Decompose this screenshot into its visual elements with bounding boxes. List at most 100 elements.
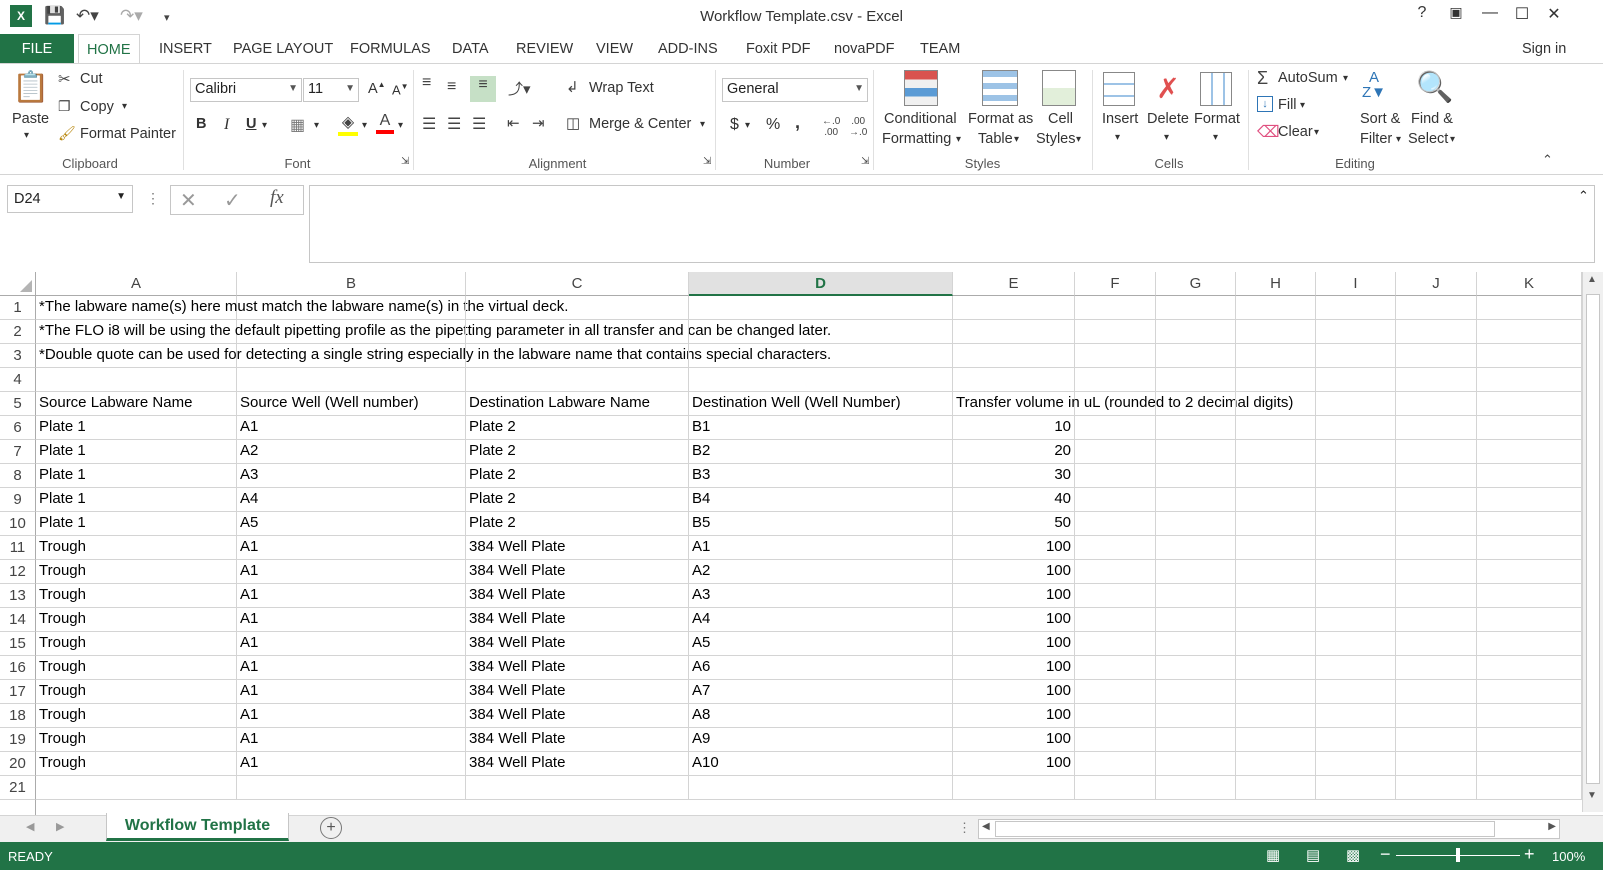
cell-empty[interactable] — [1075, 608, 1156, 632]
collapse-formula-bar-icon[interactable]: ⌃ — [1578, 188, 1589, 204]
format-dropdown-icon[interactable]: ▾ — [1213, 132, 1218, 143]
scroll-up-icon[interactable]: ▲ — [1587, 274, 1597, 285]
cell-d2[interactable] — [689, 320, 953, 344]
cell-empty[interactable] — [1236, 296, 1316, 320]
fill-button[interactable]: Fill — [1278, 97, 1297, 113]
cell-b6[interactable]: A1 — [237, 416, 466, 440]
cell-empty[interactable] — [1156, 488, 1236, 512]
cell-d6[interactable]: B1 — [689, 416, 953, 440]
currency-button[interactable]: $ — [730, 116, 739, 134]
fill-icon[interactable]: ↓ — [1257, 96, 1273, 112]
cell-empty[interactable] — [1396, 296, 1477, 320]
cell-empty[interactable] — [1156, 584, 1236, 608]
cell-a18[interactable]: Trough — [36, 704, 237, 728]
cell-d20[interactable]: A10 — [689, 752, 953, 776]
cell-empty[interactable] — [1075, 584, 1156, 608]
row-header[interactable]: 15 — [0, 632, 36, 656]
cell-b10[interactable]: A5 — [237, 512, 466, 536]
cell-a12[interactable]: Trough — [36, 560, 237, 584]
cell-empty[interactable] — [1477, 728, 1582, 752]
column-header-e[interactable]: E — [953, 272, 1075, 296]
font-color-dropdown-icon[interactable]: ▾ — [398, 120, 403, 131]
row-header[interactable]: 6 — [0, 416, 36, 440]
tab-review[interactable]: REVIEW — [508, 34, 581, 64]
cell-a17[interactable]: Trough — [36, 680, 237, 704]
cell-empty[interactable] — [1316, 656, 1396, 680]
cell-empty[interactable] — [1477, 632, 1582, 656]
cell-styles-dropdown-icon[interactable]: ▾ — [1076, 134, 1081, 145]
cell-empty[interactable] — [1075, 416, 1156, 440]
cell-empty[interactable] — [1396, 560, 1477, 584]
increase-decimal-icon[interactable]: ←.0.00 — [822, 116, 840, 138]
cell-c16[interactable]: 384 Well Plate — [466, 656, 689, 680]
font-size-combo[interactable]: 11 ▼ — [303, 78, 359, 102]
cell-c10[interactable]: Plate 2 — [466, 512, 689, 536]
cell-c14[interactable]: 384 Well Plate — [466, 608, 689, 632]
wrap-text-button[interactable]: Wrap Text — [589, 80, 654, 96]
cell-empty[interactable] — [1156, 632, 1236, 656]
find-select-label-2[interactable]: Select — [1408, 131, 1448, 147]
decrease-font-size-icon[interactable]: A▼ — [392, 82, 409, 97]
insert-cells-button[interactable]: Insert — [1102, 111, 1138, 127]
cell-empty[interactable] — [1075, 344, 1156, 368]
cell-b21[interactable] — [237, 776, 466, 800]
zoom-slider-thumb[interactable] — [1456, 848, 1460, 862]
cell-empty[interactable] — [1156, 536, 1236, 560]
cell-empty[interactable] — [1316, 296, 1396, 320]
underline-button[interactable]: U — [246, 116, 256, 132]
align-left-icon[interactable]: ☰ — [422, 114, 436, 134]
cell-empty[interactable] — [1236, 320, 1316, 344]
cell-empty[interactable] — [1236, 704, 1316, 728]
cell-empty[interactable] — [1075, 368, 1156, 392]
cell-a6[interactable]: Plate 1 — [36, 416, 237, 440]
cell-e4[interactable] — [953, 368, 1075, 392]
cell-e10[interactable]: 50 — [953, 512, 1075, 536]
cell-d17[interactable]: A7 — [689, 680, 953, 704]
cell-empty[interactable] — [1236, 584, 1316, 608]
row-header[interactable]: 16 — [0, 656, 36, 680]
cell-empty[interactable] — [1236, 728, 1316, 752]
cell-b12[interactable]: A1 — [237, 560, 466, 584]
cell-empty[interactable] — [1236, 392, 1316, 416]
cell-empty[interactable] — [1396, 488, 1477, 512]
cell-e1[interactable] — [953, 296, 1075, 320]
cell-empty[interactable] — [1316, 728, 1396, 752]
cell-empty[interactable] — [1316, 440, 1396, 464]
conditional-formatting-button[interactable]: Conditional — [884, 111, 957, 127]
cell-empty[interactable] — [1477, 320, 1582, 344]
autosum-dropdown-icon[interactable]: ▾ — [1343, 73, 1348, 84]
cell-e18[interactable]: 100 — [953, 704, 1075, 728]
tab-data[interactable]: DATA — [444, 34, 497, 64]
cell-empty[interactable] — [1156, 368, 1236, 392]
sort-filter-button[interactable]: Sort & — [1360, 111, 1400, 127]
bold-button[interactable]: B — [196, 116, 206, 132]
cell-empty[interactable] — [1075, 440, 1156, 464]
cell-empty[interactable] — [1075, 704, 1156, 728]
tab-novapdf[interactable]: novaPDF — [826, 34, 902, 64]
column-header-d[interactable]: D — [689, 272, 953, 296]
cell-empty[interactable] — [1477, 296, 1582, 320]
format-as-table-label-2[interactable]: Table — [978, 131, 1013, 147]
cell-a19[interactable]: Trough — [36, 728, 237, 752]
row-header[interactable]: 20 — [0, 752, 36, 776]
cell-d15[interactable]: A5 — [689, 632, 953, 656]
sort-filter-icon[interactable]: A Z▼ — [1362, 70, 1386, 100]
row-header[interactable]: 7 — [0, 440, 36, 464]
format-as-table-icon[interactable] — [982, 70, 1018, 106]
cell-empty[interactable] — [1396, 368, 1477, 392]
merge-center-icon[interactable]: ◫ — [566, 114, 580, 132]
column-header-h[interactable]: H — [1236, 272, 1316, 296]
font-size-dropdown-icon[interactable]: ▼ — [345, 83, 355, 94]
percent-button[interactable]: % — [766, 116, 780, 134]
cell-empty[interactable] — [1156, 680, 1236, 704]
cell-empty[interactable] — [1236, 416, 1316, 440]
cell-e20[interactable]: 100 — [953, 752, 1075, 776]
column-header-f[interactable]: F — [1075, 272, 1156, 296]
insert-cells-icon[interactable] — [1103, 72, 1135, 106]
cell-empty[interactable] — [1156, 752, 1236, 776]
help-button[interactable]: ? — [1410, 4, 1434, 22]
cell-d10[interactable]: B5 — [689, 512, 953, 536]
font-color-icon[interactable]: A — [376, 112, 394, 134]
row-header[interactable]: 12 — [0, 560, 36, 584]
underline-dropdown-icon[interactable]: ▾ — [262, 120, 267, 131]
